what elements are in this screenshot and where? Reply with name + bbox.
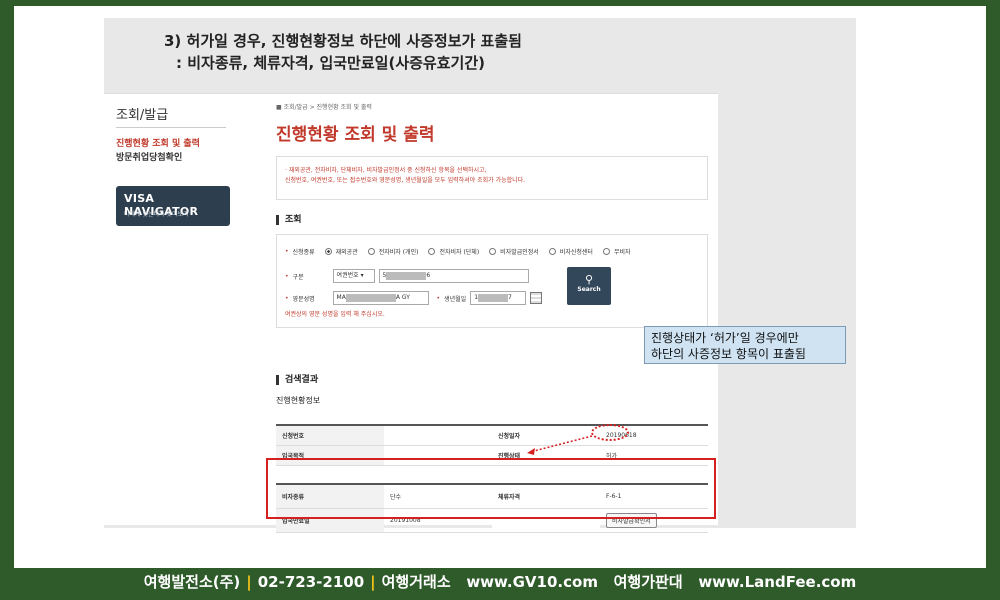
footer-phone: 02-723-2100 — [257, 573, 365, 591]
arrow-annotation — [527, 435, 593, 455]
footer-label: 여행가판대 — [613, 573, 683, 591]
arrow-head — [527, 448, 535, 455]
footer-company: 여행발전소(주) — [143, 573, 241, 591]
callout-line-2: 하단의 사증정보 항목이 표출됨 — [651, 347, 806, 361]
callout-line-1: 진행상태가 ‘허가’일 경우에만 — [651, 331, 799, 345]
footer-separator: | — [246, 573, 252, 591]
footer-link[interactable]: www.LandFee.com — [698, 573, 856, 591]
frame: 3) 허가일 경우, 진행현황정보 하단에 사증정보가 표출됨 : 비자종류, … — [0, 0, 1000, 600]
footer-link[interactable]: www.GV10.com — [466, 573, 598, 591]
arrow-line — [529, 435, 593, 453]
footer-separator: | — [370, 573, 376, 591]
footer-label: 여행거래소 — [381, 573, 451, 591]
callout-box: 진행상태가 ‘허가’일 경우에만 하단의 사증정보 항목이 표출됨 — [644, 326, 846, 364]
footer: 여행발전소(주) | 02-723-2100 | 여행거래소 www.GV10.com … — [0, 568, 1000, 600]
